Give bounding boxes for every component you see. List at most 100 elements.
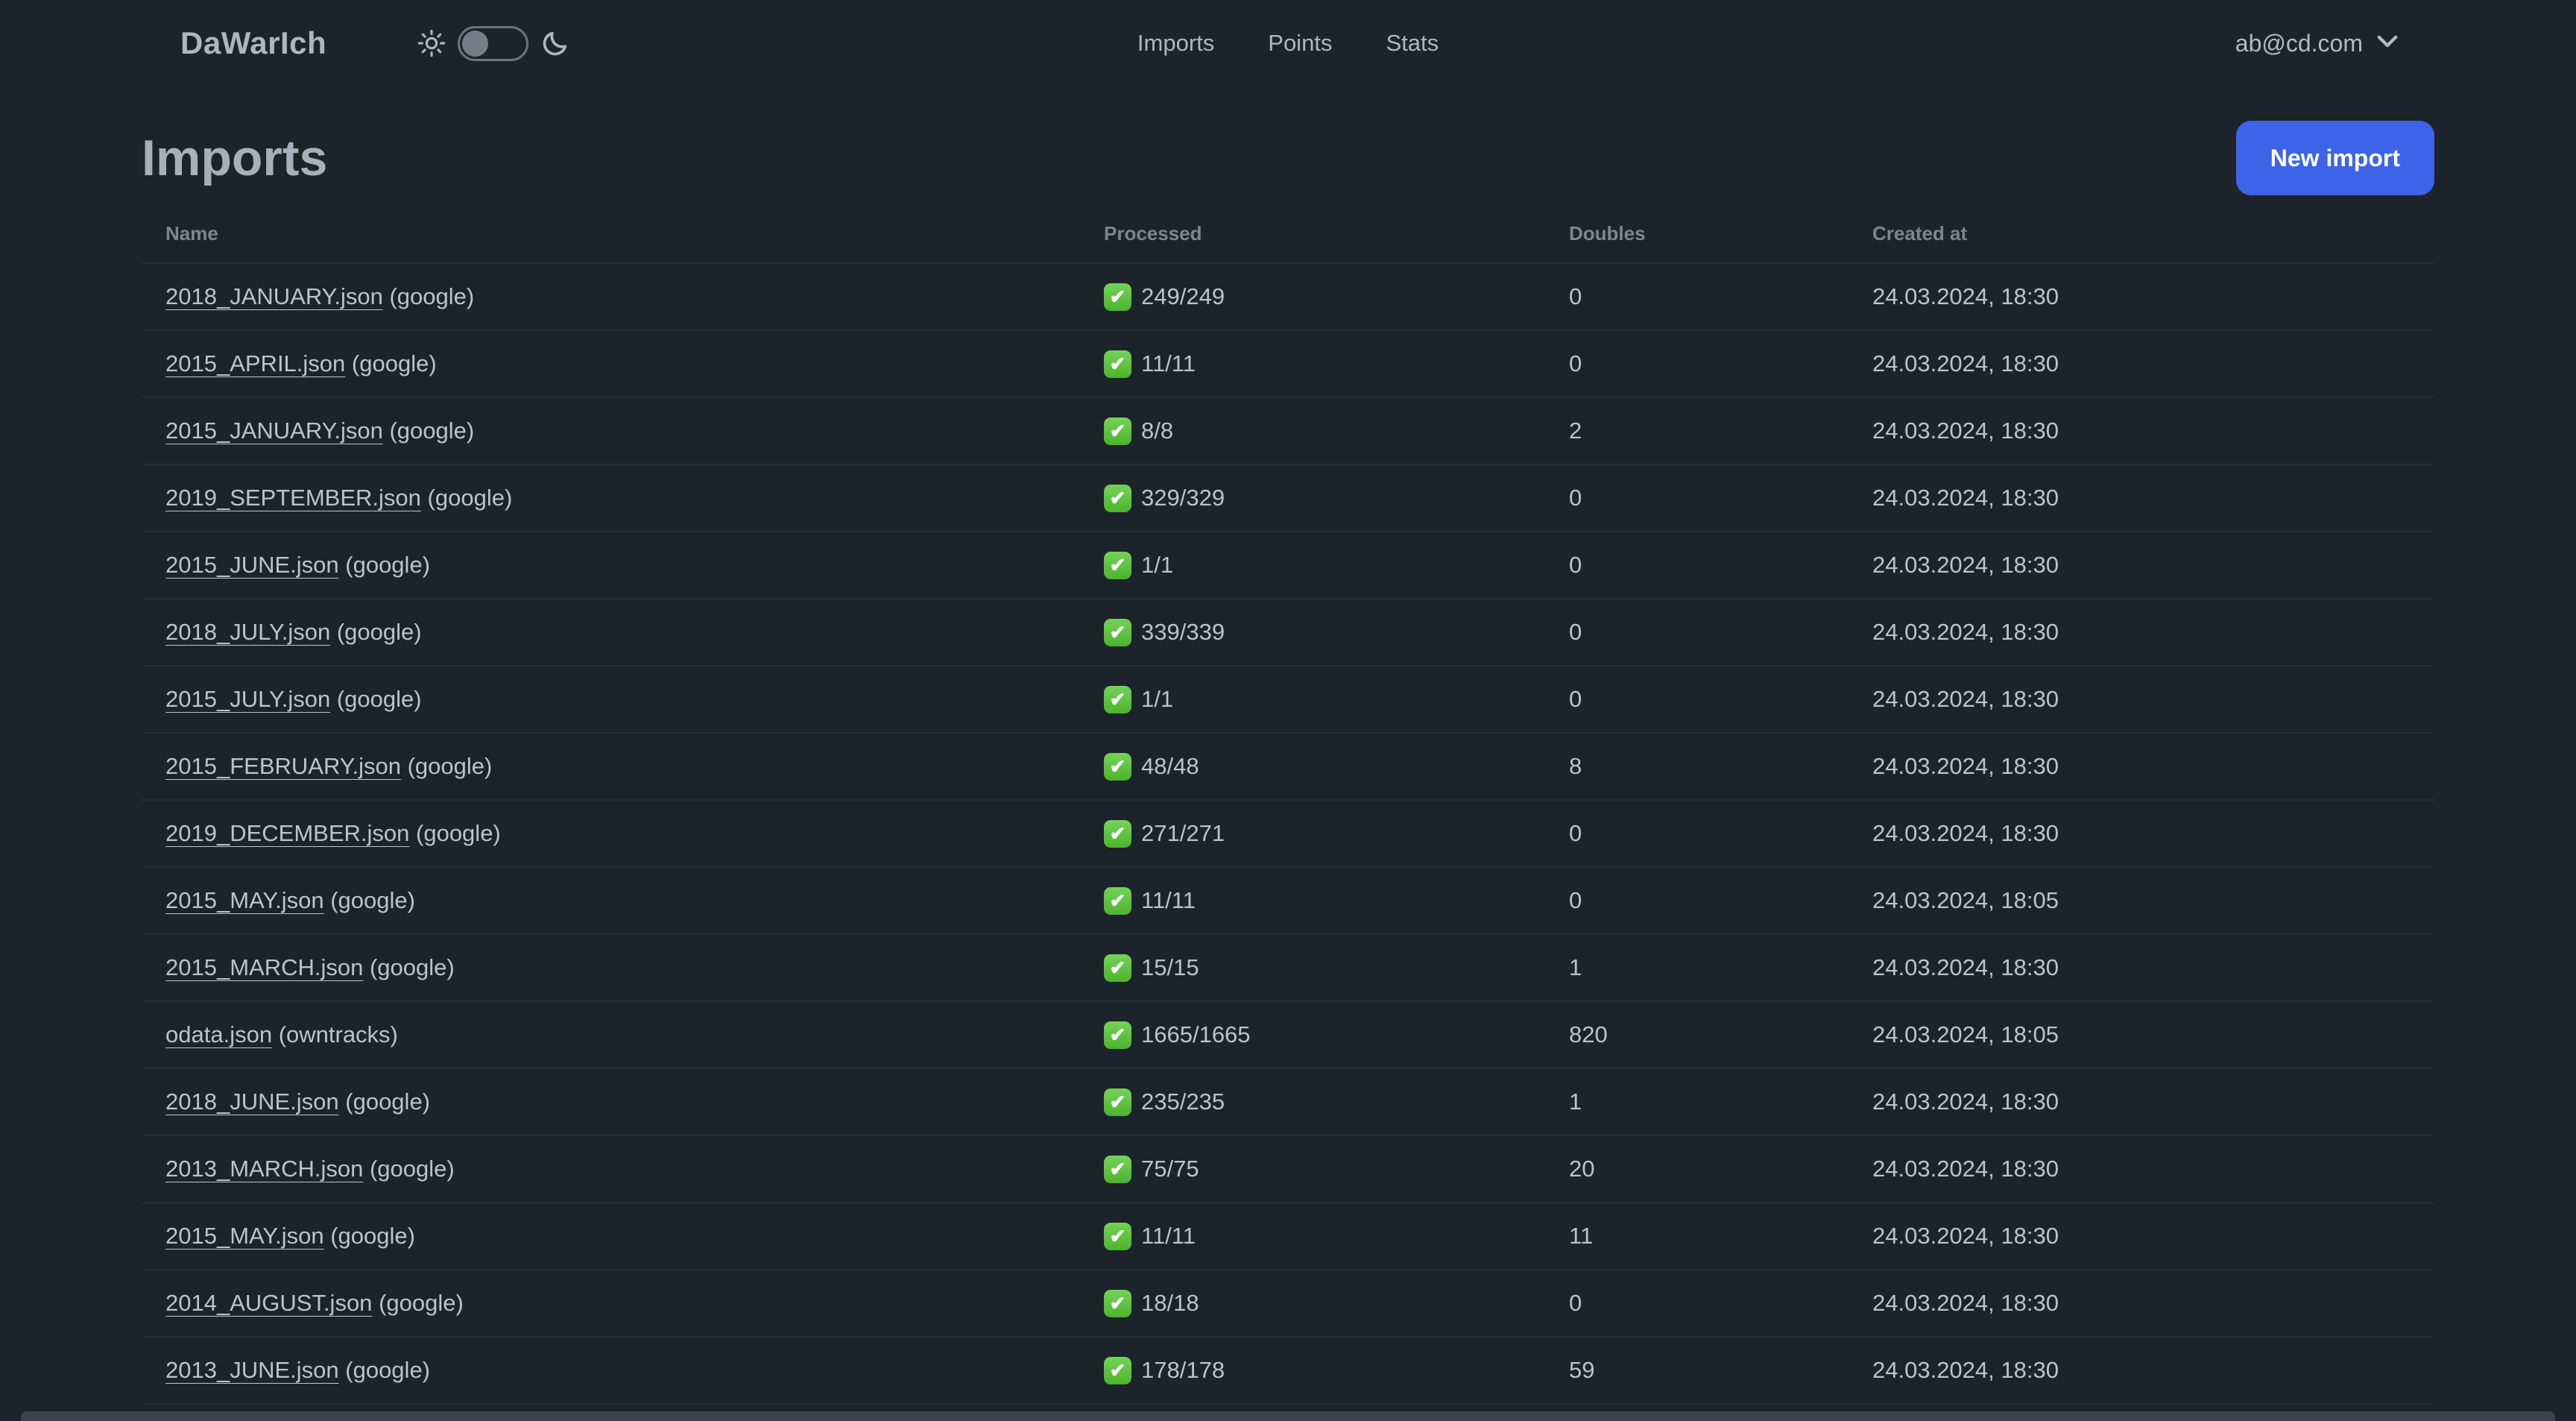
table-header-row: Name Processed Doubles Created at [142,204,2434,264]
table-row: 2015_APRIL.json (google) ✔ 11/11 0 24.03… [142,331,2434,398]
name-cell: 2015_JANUARY.json (google) [142,418,1104,444]
processed-count: 1/1 [1141,552,1174,578]
import-source: (google) [389,418,475,444]
column-header-created-at: Created at [1872,221,1968,245]
processed-count: 8/8 [1141,418,1174,444]
import-file-link[interactable]: 2019_DECEMBER.json [165,820,409,846]
import-file-link[interactable]: 2013_MARCH.json [165,1156,363,1182]
created-at-cell: 24.03.2024, 18:30 [1872,686,2059,712]
created-at-cell: 24.03.2024, 18:30 [1872,820,2059,846]
success-check-icon: ✔ [1104,1289,1131,1317]
success-check-icon: ✔ [1104,350,1131,378]
import-source: (google) [336,686,422,712]
processed-count: 15/15 [1141,954,1199,980]
user-menu[interactable]: ab@cd.com [2235,30,2399,57]
import-file-link[interactable]: 2018_JUNE.json [165,1088,339,1115]
page-header-row: Imports New import [142,118,2434,198]
table-row: 2015_JULY.json (google) ✔ 1/1 0 24.03.20… [142,667,2434,734]
import-file-link[interactable]: 2015_MAY.json [165,887,324,913]
chevron-down-icon [2376,34,2399,54]
success-check-icon: ✔ [1104,1021,1131,1049]
created-at-cell: 24.03.2024, 18:05 [1872,887,2059,913]
import-file-link[interactable]: 2014_AUGUST.json [165,1290,372,1316]
processed-count: 18/18 [1141,1290,1199,1316]
import-source: (google) [345,552,431,578]
table-row: 2018_JULY.json (google) ✔ 339/339 0 24.0… [142,599,2434,667]
name-cell: 2015_MAY.json (google) [142,1223,1104,1250]
import-source: (google) [389,283,475,309]
processed-count: 48/48 [1141,753,1199,779]
processed-cell: ✔ 178/178 [1104,1356,1569,1384]
table-row: odata.json (owntracks) ✔ 1665/1665 820 2… [142,1002,2434,1069]
import-file-link[interactable]: 2018_JANUARY.json [165,283,383,309]
doubles-cell: 59 [1569,1357,1595,1383]
processed-cell: ✔ 249/249 [1104,283,1569,311]
processed-cell: ✔ 1/1 [1104,685,1569,713]
import-file-link[interactable]: 2015_JANUARY.json [165,418,383,444]
processed-cell: ✔ 11/11 [1104,350,1569,378]
doubles-cell: 0 [1569,686,1582,712]
name-cell: 2015_FEBRUARY.json (google) [142,753,1104,780]
processed-cell: ✔ 1665/1665 [1104,1021,1569,1049]
nav-item-points[interactable]: Points [1268,30,1332,57]
import-file-link[interactable]: 2019_SEPTEMBER.json [165,485,421,511]
success-check-icon: ✔ [1104,752,1131,781]
processed-count: 1/1 [1141,686,1174,712]
created-at-cell: 24.03.2024, 18:30 [1872,350,2059,376]
success-check-icon: ✔ [1104,618,1131,646]
import-file-link[interactable]: 2013_JUNE.json [165,1357,339,1383]
import-source: (owntracks) [278,1021,398,1047]
import-source: (google) [336,619,422,645]
doubles-cell: 2 [1569,418,1582,444]
import-file-link[interactable]: 2015_MAY.json [165,1223,324,1249]
name-cell: 2015_JULY.json (google) [142,686,1104,713]
doubles-cell: 0 [1569,820,1582,846]
theme-toggle-switch[interactable] [458,25,529,61]
import-file-link[interactable]: 2015_MARCH.json [165,954,363,980]
processed-count: 235/235 [1141,1088,1225,1115]
import-file-link[interactable]: 2015_FEBRUARY.json [165,753,401,779]
doubles-cell: 11 [1569,1223,1594,1249]
column-header-processed: Processed [1104,221,1202,245]
import-file-link[interactable]: 2015_JUNE.json [165,552,339,578]
new-import-button[interactable]: New import [2235,121,2434,195]
success-check-icon: ✔ [1104,1356,1131,1384]
imports-table: Name Processed Doubles Created at 2018_J… [142,204,2434,1421]
name-cell: 2014_AUGUST.json (google) [142,1290,1104,1317]
name-cell: 2018_JULY.json (google) [142,619,1104,646]
import-file-link[interactable]: odata.json [165,1021,272,1047]
sun-icon [417,29,446,57]
success-check-icon: ✔ [1104,551,1131,579]
theme-toggle-group [417,25,570,61]
import-source: (google) [369,954,455,980]
import-source: (google) [345,1357,431,1383]
import-source: (google) [407,753,493,779]
nav-item-imports[interactable]: Imports [1137,30,1214,57]
created-at-cell: 24.03.2024, 18:30 [1872,619,2059,645]
doubles-cell: 0 [1569,485,1582,511]
created-at-cell: 24.03.2024, 18:30 [1872,1156,2059,1182]
created-at-cell: 24.03.2024, 18:30 [1872,1357,2059,1383]
app-logo[interactable]: DaWarIch [180,25,326,61]
import-source: (google) [330,1223,415,1249]
import-file-link[interactable]: 2015_APRIL.json [165,350,345,376]
created-at-cell: 24.03.2024, 18:30 [1872,1223,2059,1249]
doubles-cell: 0 [1569,350,1582,376]
processed-cell: ✔ 48/48 [1104,752,1569,781]
processed-cell: ✔ 15/15 [1104,954,1569,982]
name-cell: 2018_JUNE.json (google) [142,1088,1104,1115]
import-source: (google) [345,1088,431,1115]
created-at-cell: 24.03.2024, 18:30 [1872,1088,2059,1115]
nav-item-stats[interactable]: Stats [1386,30,1439,57]
processed-count: 249/249 [1141,283,1225,309]
table-row: 2019_DECEMBER.json (google) ✔ 271/271 0 … [142,801,2434,868]
processed-cell: ✔ 11/11 [1104,886,1569,915]
import-file-link[interactable]: 2018_JULY.json [165,619,330,645]
created-at-cell: 24.03.2024, 18:30 [1872,1290,2059,1316]
success-check-icon: ✔ [1104,685,1131,713]
horizontal-scrollbar-thumb[interactable] [21,1411,2555,1421]
column-header-name: Name [165,221,218,245]
name-cell: 2015_MAY.json (google) [142,887,1104,914]
processed-count: 11/11 [1141,887,1196,913]
import-file-link[interactable]: 2015_JULY.json [165,686,330,712]
